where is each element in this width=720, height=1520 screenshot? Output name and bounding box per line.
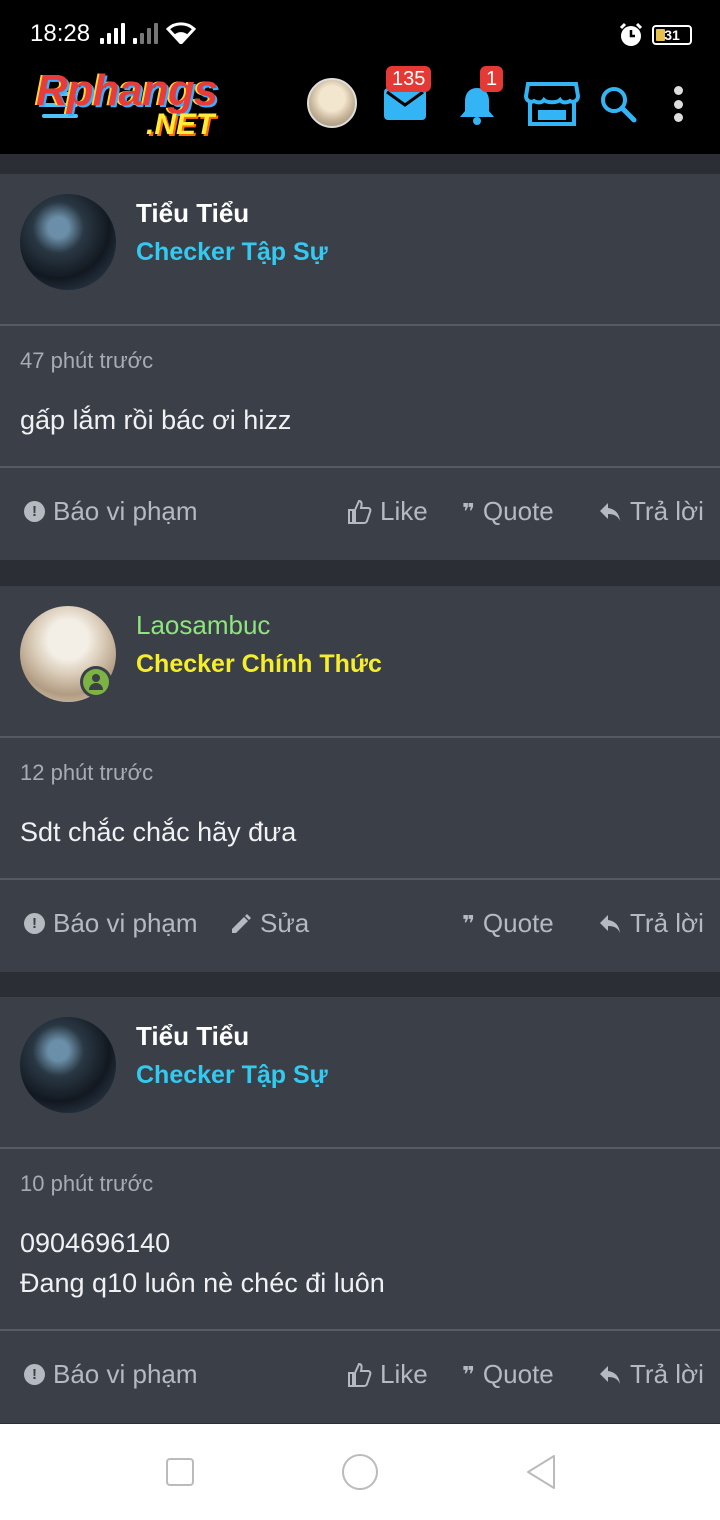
avatar[interactable] (20, 194, 116, 290)
back-icon (527, 1455, 555, 1489)
inbox-button[interactable] (384, 88, 426, 120)
post-actions: ! Báo vi phạm Like ❞ Quote Trả lời (0, 1331, 720, 1423)
more-icon[interactable] (672, 86, 684, 122)
wifi-icon (166, 22, 196, 44)
post-time[interactable]: 47 phút trước (20, 348, 700, 374)
post-header: Laosambuc Checker Chính Thức (0, 586, 720, 738)
back-button[interactable] (522, 1452, 562, 1492)
like-button[interactable]: Like (346, 496, 428, 527)
signal-indicators (100, 22, 196, 44)
mail-icon (384, 88, 426, 120)
post-content: 0904696140 Đang q10 luôn nè chéc đi luôn (20, 1228, 385, 1298)
search-icon (601, 87, 637, 123)
quote-label: Quote (482, 1359, 554, 1389)
logo-suffix: .NET (146, 108, 215, 141)
store-icon (524, 82, 580, 126)
post-item: Tiểu Tiểu Checker Tập Sự 10 phút trước 0… (0, 997, 720, 1423)
signal-icon (100, 22, 125, 44)
post-body: 10 phút trước 0904696140 Đang q10 luôn n… (0, 1149, 720, 1331)
recent-apps-button[interactable] (166, 1458, 194, 1486)
post-header: Tiểu Tiểu Checker Tập Sự (0, 997, 720, 1149)
alarm-icon (619, 22, 643, 46)
quote-button[interactable]: ❞ Quote (462, 908, 554, 939)
report-button[interactable]: ! Báo vi phạm (24, 496, 198, 527)
reply-icon (600, 502, 620, 521)
post-header: Tiểu Tiểu Checker Tập Sự (0, 174, 720, 326)
system-nav-bar (0, 1424, 720, 1520)
user-rank: Checker Tập Sự (136, 238, 328, 266)
site-logo[interactable]: Rphangs .NET (36, 66, 276, 142)
post-content: Sdt chắc chắc hãy đưa (20, 817, 297, 847)
report-button[interactable]: ! Báo vi phạm (24, 1359, 198, 1390)
post-username[interactable]: Laosambuc (136, 610, 270, 641)
post-actions: ! Báo vi phạm Like ❞ Quote Trả lời (0, 468, 720, 560)
store-button[interactable] (524, 80, 580, 128)
reply-button[interactable]: Trả lời (598, 908, 704, 939)
app-header: Rphangs .NET 135 1 (0, 62, 720, 154)
post-username[interactable]: Tiểu Tiểu (136, 198, 249, 229)
thumbs-up-icon (348, 1362, 372, 1387)
status-bar: 18:28 31 (0, 0, 720, 62)
report-label: Báo vi phạm (53, 496, 198, 526)
avatar[interactable] (307, 78, 357, 128)
quote-button[interactable]: ❞ Quote (462, 496, 554, 527)
bell-icon (460, 88, 494, 125)
post-username[interactable]: Tiểu Tiểu (136, 1021, 249, 1052)
reply-label: Trả lời (630, 496, 704, 526)
alert-icon: ! (24, 501, 45, 522)
quote-icon: ❞ (462, 910, 475, 936)
reply-icon (600, 1365, 620, 1384)
signal-icon-sim2 (133, 22, 158, 44)
reply-icon (600, 914, 620, 933)
quote-icon: ❞ (462, 1361, 475, 1387)
edit-label: Sửa (260, 908, 310, 938)
quote-button[interactable]: ❞ Quote (462, 1359, 554, 1390)
bell-badge: 1 (480, 66, 504, 92)
post-item: Laosambuc Checker Chính Thức 12 phút trư… (0, 586, 720, 972)
alert-icon: ! (24, 913, 45, 934)
report-label: Báo vi phạm (53, 908, 198, 938)
post-body: 12 phút trước Sdt chắc chắc hãy đưa (0, 738, 720, 880)
post-body: 47 phút trước gấp lắm rồi bác ơi hizz (0, 326, 720, 468)
battery-icon: 31 (652, 25, 692, 45)
post-item: Tiểu Tiểu Checker Tập Sự 47 phút trước g… (0, 174, 720, 560)
quote-label: Quote (482, 908, 554, 938)
post-time[interactable]: 12 phút trước (20, 760, 700, 786)
status-right: 31 (618, 22, 692, 48)
reply-label: Trả lời (630, 908, 704, 938)
home-button[interactable] (342, 1454, 378, 1490)
user-rank: Checker Chính Thức (136, 650, 382, 678)
like-label: Like (380, 1359, 428, 1389)
report-button[interactable]: ! Báo vi phạm (24, 908, 198, 939)
avatar[interactable] (20, 1017, 116, 1113)
quote-label: Quote (482, 496, 554, 526)
edit-button[interactable]: Sửa (230, 908, 309, 939)
thumbs-up-icon (348, 499, 372, 524)
online-status-icon (80, 666, 112, 698)
reply-button[interactable]: Trả lời (598, 496, 704, 527)
reply-button[interactable]: Trả lời (598, 1359, 704, 1390)
alert-icon: ! (24, 1364, 45, 1385)
search-button[interactable] (598, 84, 638, 124)
user-rank: Checker Tập Sự (136, 1061, 328, 1089)
like-label: Like (380, 496, 428, 526)
post-content: gấp lắm rồi bác ơi hizz (20, 405, 292, 435)
battery-level: 31 (664, 27, 680, 43)
mail-badge: 135 (386, 66, 432, 92)
pencil-icon (232, 913, 251, 933)
like-button[interactable]: Like (346, 1359, 428, 1390)
post-time[interactable]: 10 phút trước (20, 1171, 700, 1197)
status-time: 18:28 (30, 20, 91, 47)
report-label: Báo vi phạm (53, 1359, 198, 1389)
post-actions: ! Báo vi phạm Sửa ❞ Quote Trả lời (0, 880, 720, 972)
reply-label: Trả lời (630, 1359, 704, 1389)
quote-icon: ❞ (462, 498, 475, 524)
